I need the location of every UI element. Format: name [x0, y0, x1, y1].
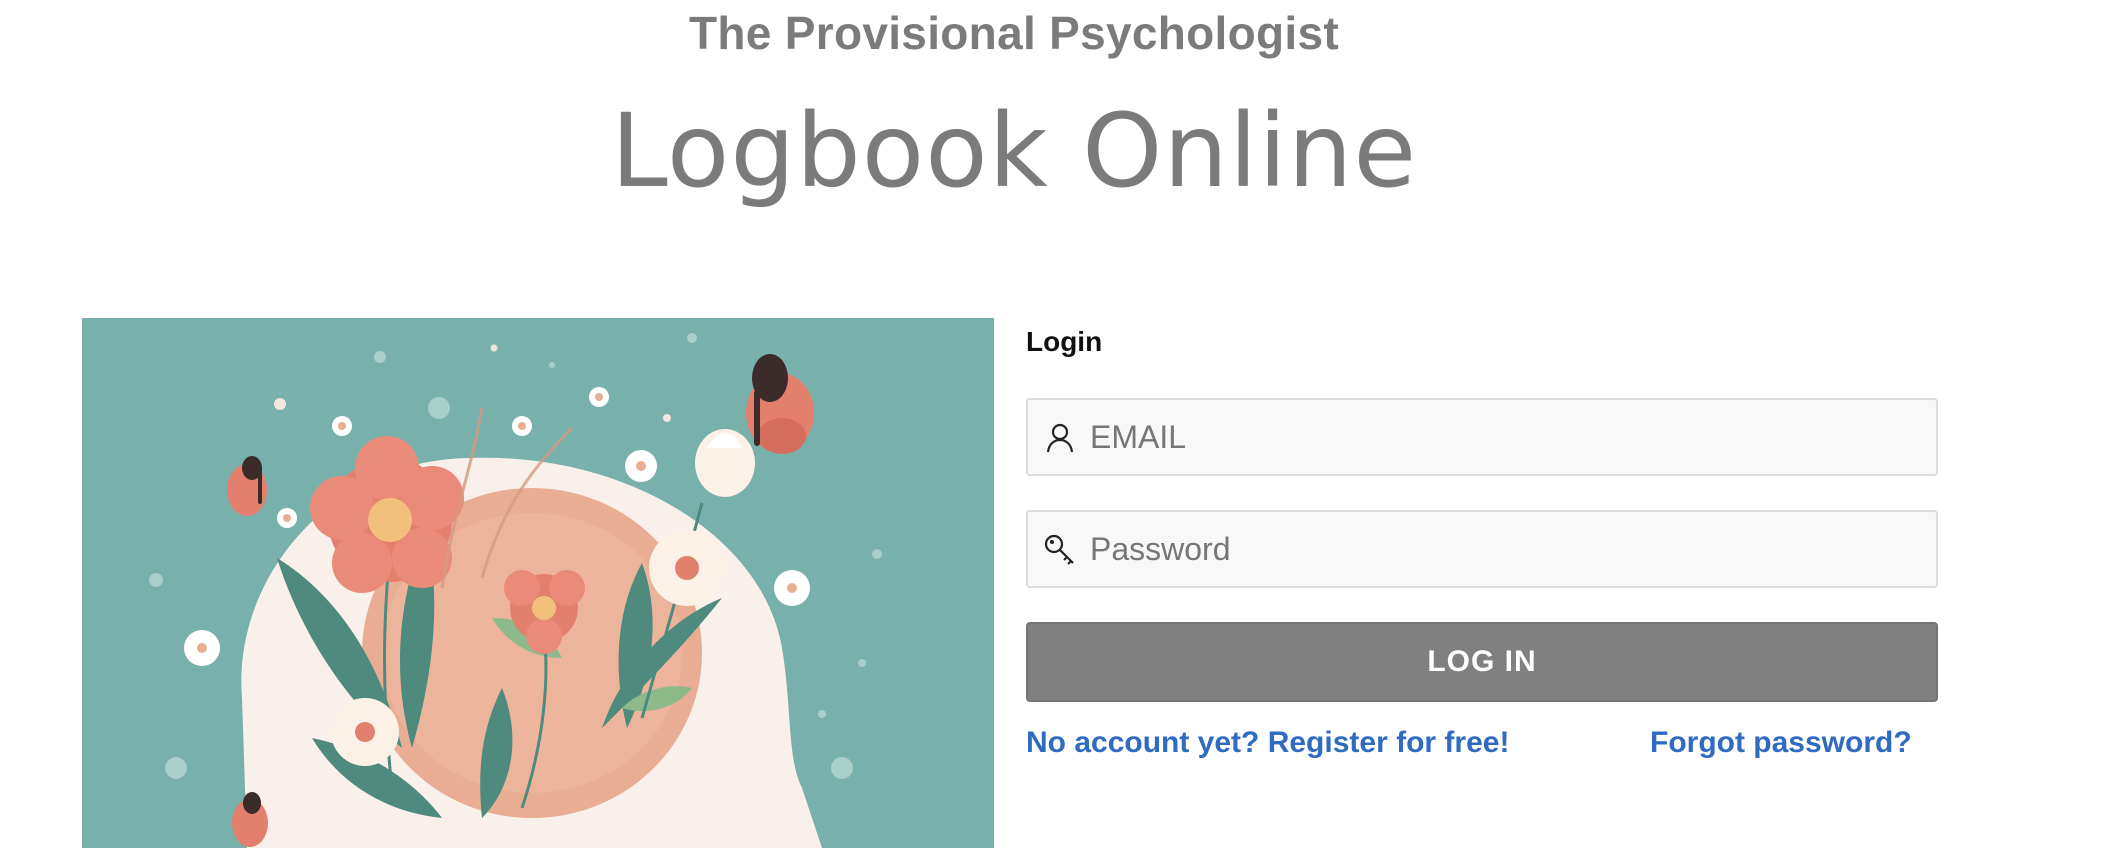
site-title: The Provisional Psychologist — [689, 7, 1339, 59]
app-title: Logbook Online — [610, 92, 1418, 211]
key-icon — [1042, 532, 1078, 568]
email-input[interactable] — [1090, 400, 1920, 474]
login-button[interactable]: LOG IN — [1026, 622, 1938, 702]
user-icon — [1042, 420, 1078, 456]
hero-illustration — [82, 318, 994, 848]
login-heading: Login — [1026, 326, 1103, 357]
password-input[interactable] — [1090, 512, 1920, 586]
register-link[interactable]: No account yet? Register for free! — [1026, 726, 1509, 760]
forgot-password-link[interactable]: Forgot password? — [1650, 726, 1912, 760]
password-field[interactable] — [1026, 510, 1938, 588]
email-field[interactable] — [1026, 398, 1938, 476]
